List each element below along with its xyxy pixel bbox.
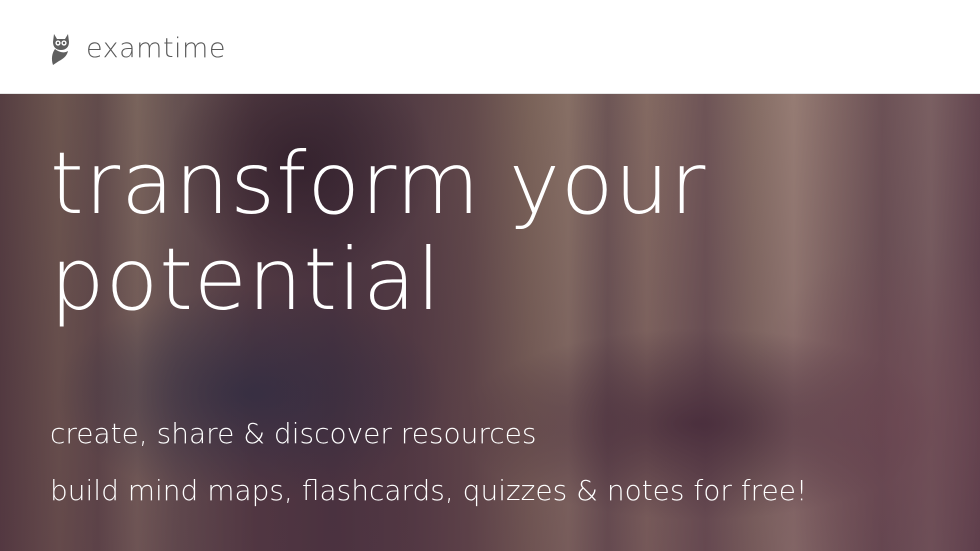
logo-text: examtime [86, 32, 226, 64]
examtime-logo[interactable]: examtime [46, 28, 226, 68]
owl-icon [46, 30, 76, 66]
headline-line-1: transform your [50, 134, 707, 234]
site-header: examtime [0, 0, 980, 94]
hero-banner: transform your potential create, share &… [0, 94, 980, 551]
headline-line-2: potential [50, 230, 442, 330]
hero-headline: transform your potential [50, 136, 950, 328]
hero-tagline-2: build mind maps, flashcards, quizzes & n… [50, 474, 808, 507]
hero-tagline-1: create, share & discover resources [50, 417, 537, 450]
